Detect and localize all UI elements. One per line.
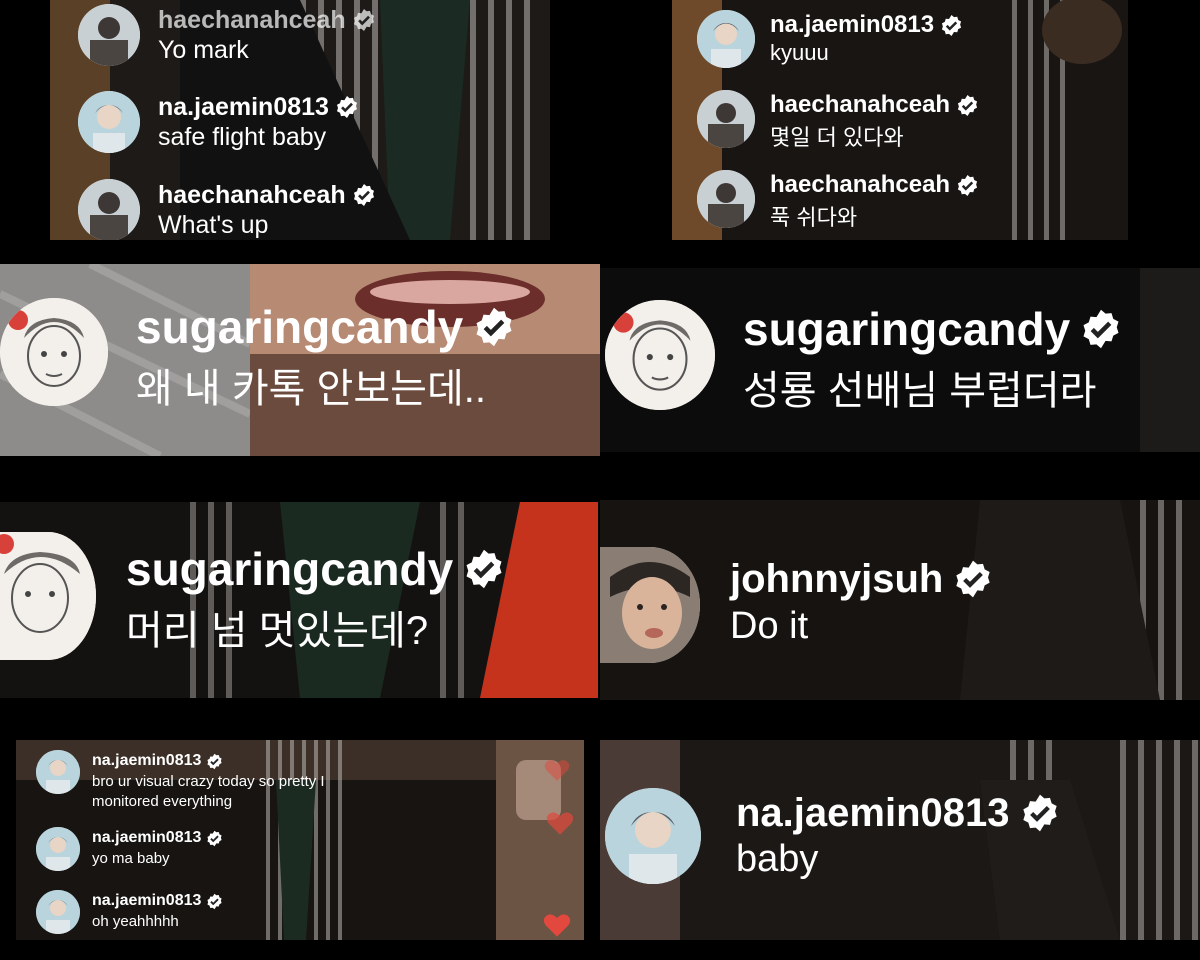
verified-badge-icon bbox=[335, 95, 359, 119]
username[interactable]: na.jaemin0813 bbox=[92, 892, 201, 910]
comment-text: baby bbox=[736, 838, 819, 880]
heart-icon bbox=[546, 810, 574, 836]
comment: na.jaemin0813 baby bbox=[605, 788, 1060, 884]
username[interactable]: na.jaemin0813 bbox=[736, 791, 1010, 836]
username[interactable]: haechanahceah bbox=[158, 6, 346, 35]
heart-icon bbox=[543, 912, 571, 938]
user-avatar[interactable] bbox=[605, 788, 701, 884]
username[interactable]: na.jaemin0813 bbox=[158, 93, 329, 122]
verified-badge-icon bbox=[956, 94, 979, 117]
comment: sugaringcandy 성룡 선배님 부럽더라 bbox=[605, 300, 1122, 416]
verified-badge-icon bbox=[956, 174, 979, 197]
comment-text: 왜 내 카톡 안보는데.. bbox=[136, 367, 486, 411]
heart-icon bbox=[544, 758, 570, 782]
comment-text: Do it bbox=[730, 605, 809, 647]
user-avatar[interactable] bbox=[78, 179, 140, 240]
user-avatar[interactable] bbox=[36, 827, 80, 871]
comment-text: 성룡 선배님 부럽더라 bbox=[743, 369, 1097, 413]
verified-badge-icon bbox=[206, 893, 223, 910]
username[interactable]: na.jaemin0813 bbox=[92, 829, 201, 847]
comment: haechanahceah What's up bbox=[78, 179, 376, 240]
comment: sugaringcandy 머리 넘 멋있는데? bbox=[0, 532, 505, 660]
user-avatar[interactable] bbox=[0, 298, 108, 406]
live-comments-panel-6: johnnyjsuh Do it bbox=[600, 500, 1200, 700]
username[interactable]: haechanahceah bbox=[770, 91, 950, 119]
user-avatar[interactable] bbox=[36, 750, 80, 794]
user-avatar[interactable] bbox=[600, 547, 700, 663]
username[interactable]: johnnyjsuh bbox=[730, 557, 943, 602]
verified-badge-icon bbox=[352, 183, 376, 207]
comment-text: Yo mark bbox=[158, 36, 249, 64]
verified-badge-icon bbox=[473, 306, 515, 348]
comment: sugaringcandy 왜 내 카톡 안보는데.. bbox=[0, 298, 515, 414]
verified-badge-icon bbox=[1080, 308, 1122, 350]
verified-badge-icon bbox=[206, 753, 223, 770]
user-avatar[interactable] bbox=[697, 90, 755, 148]
comment: haechanahceah Yo mark bbox=[78, 4, 376, 66]
comment: haechanahceah 푹 쉬다와 bbox=[697, 170, 979, 232]
verified-badge-icon bbox=[463, 548, 505, 590]
user-avatar[interactable] bbox=[0, 532, 96, 660]
live-comments-panel-4: sugaringcandy 성룡 선배님 부럽더라 bbox=[600, 268, 1200, 452]
comment-text: safe flight baby bbox=[158, 123, 327, 151]
user-avatar[interactable] bbox=[36, 890, 80, 934]
live-comments-panel-3: sugaringcandy 왜 내 카톡 안보는데.. bbox=[0, 264, 600, 456]
verified-badge-icon bbox=[940, 14, 963, 37]
comment-text: kyuuu bbox=[770, 40, 829, 65]
live-comments-panel-5: sugaringcandy 머리 넘 멋있는데? bbox=[0, 502, 598, 698]
user-avatar[interactable] bbox=[605, 300, 715, 410]
comment-text: 몇일 더 있다와 bbox=[770, 125, 904, 150]
comment: na.jaemin0813 safe flight baby bbox=[78, 91, 359, 153]
live-comments-panel-8: na.jaemin0813 baby bbox=[600, 740, 1200, 940]
comment-text: bro ur visual crazy today so pretty I bbox=[92, 773, 325, 790]
username[interactable]: sugaringcandy bbox=[136, 300, 463, 354]
verified-badge-icon bbox=[1020, 793, 1060, 833]
comment: na.jaemin0813 oh yeahhhhh bbox=[36, 890, 223, 934]
user-avatar[interactable] bbox=[78, 4, 140, 66]
username[interactable]: sugaringcandy bbox=[743, 302, 1070, 356]
comment: na.jaemin0813 bro ur visual crazy today … bbox=[36, 750, 325, 812]
verified-badge-icon bbox=[953, 559, 993, 599]
comment-text: oh yeahhhhh bbox=[92, 913, 179, 930]
username[interactable]: na.jaemin0813 bbox=[770, 11, 934, 39]
user-avatar[interactable] bbox=[78, 91, 140, 153]
comment: haechanahceah 몇일 더 있다와 bbox=[697, 90, 979, 152]
comment: na.jaemin0813 kyuuu bbox=[697, 10, 963, 68]
comment-text: 머리 넘 멋있는데? bbox=[126, 609, 429, 653]
comment-text: What's up bbox=[158, 211, 269, 239]
comment: na.jaemin0813 yo ma baby bbox=[36, 827, 223, 871]
comment-text: 푹 쉬다와 bbox=[770, 205, 858, 230]
username[interactable]: sugaringcandy bbox=[126, 542, 453, 596]
user-avatar[interactable] bbox=[697, 170, 755, 228]
live-comments-panel-1: haechanahceah Yo mark na.jaemin0813 safe… bbox=[50, 0, 550, 240]
user-avatar[interactable] bbox=[697, 10, 755, 68]
live-comments-panel-2: na.jaemin0813 kyuuu haechanahceah 몇일 더 있… bbox=[672, 0, 1128, 240]
username[interactable]: haechanahceah bbox=[158, 181, 346, 210]
username[interactable]: haechanahceah bbox=[770, 171, 950, 199]
comment-text: yo ma baby bbox=[92, 850, 170, 867]
comment: johnnyjsuh Do it bbox=[600, 547, 993, 663]
verified-badge-icon bbox=[352, 8, 376, 32]
comment-text-continued: monitored everything bbox=[92, 793, 233, 810]
live-comments-panel-7: na.jaemin0813 bro ur visual crazy today … bbox=[16, 740, 584, 940]
verified-badge-icon bbox=[206, 830, 223, 847]
username[interactable]: na.jaemin0813 bbox=[92, 752, 201, 770]
